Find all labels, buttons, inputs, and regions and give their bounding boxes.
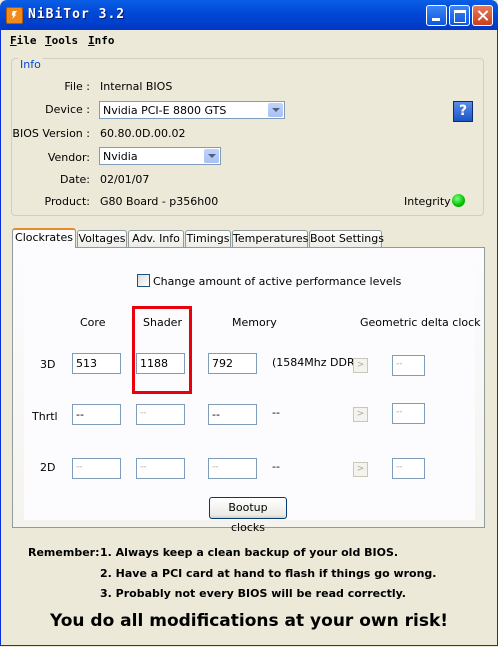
core-2d-input[interactable]: -- [72, 458, 121, 479]
vendor-select[interactable]: Nvidia [99, 147, 221, 165]
remember-label: Remember: [28, 546, 100, 559]
bios-version-label: BIOS Version : [12, 127, 90, 140]
geo-2d-input[interactable]: -- [392, 458, 425, 479]
geo-thrtl-arrow-button[interactable]: > [353, 407, 368, 422]
memory-3d-ddr: (1584Mhz DDR) [272, 356, 359, 369]
row-2d-label: 2D [40, 461, 56, 474]
col-geometric-header: Geometric delta clock [360, 316, 481, 329]
chevron-down-icon[interactable] [268, 103, 283, 117]
performance-levels-checkbox[interactable] [137, 274, 150, 287]
device-select-value: Nvidia PCI-E 8800 GTS [103, 104, 227, 117]
maximize-button[interactable] [449, 5, 470, 26]
date-value: 02/01/07 [100, 173, 150, 186]
notice-line-3: 3. Probably not every BIOS will be read … [100, 587, 406, 600]
notice-line-2: 2. Have a PCI card at hand to flash if t… [100, 567, 437, 580]
shader-thrtl-input[interactable]: -- [136, 404, 185, 425]
file-value: Internal BIOS [100, 80, 173, 93]
risk-warning: You do all modifications at your own ris… [49, 611, 449, 631]
vendor-select-value: Nvidia [103, 150, 138, 163]
window-title: NiBiTor 3.2 [28, 7, 126, 22]
close-button[interactable] [472, 5, 493, 26]
product-label: Product: [44, 195, 90, 208]
chevron-down-icon[interactable] [204, 149, 219, 163]
tab-timings[interactable]: Timings [185, 230, 231, 247]
core-thrtl-input[interactable]: -- [72, 404, 121, 425]
bios-version-value: 60.80.0D.00.02 [100, 127, 186, 140]
integrity-status-icon [452, 194, 465, 207]
geo-3d-arrow-button[interactable]: > [353, 358, 368, 373]
menu-bar: File Tools Info [4, 31, 494, 51]
menu-file[interactable]: File [10, 34, 37, 47]
geo-2d-arrow-button[interactable]: > [353, 462, 368, 477]
info-legend: Info [18, 58, 43, 71]
col-core-header: Core [80, 316, 106, 329]
help-icon[interactable]: ? [453, 101, 473, 122]
col-memory-header: Memory [232, 316, 277, 329]
tab-voltages[interactable]: Voltages [77, 230, 127, 247]
title-bar[interactable]: NiBiTor 3.2 [0, 0, 498, 30]
product-value: G80 Board - p356h00 [100, 195, 219, 208]
performance-levels-label[interactable]: Change amount of active performance leve… [153, 275, 401, 288]
menu-tools[interactable]: Tools [45, 34, 78, 47]
memory-2d-ddr: -- [272, 460, 280, 473]
geo-3d-input[interactable]: -- [392, 355, 425, 376]
notice-line-1: 1. Always keep a clean backup of your ol… [100, 546, 399, 559]
memory-3d-input[interactable]: 792 [208, 353, 257, 374]
row-3d-label: 3D [40, 358, 56, 371]
tab-clockrates[interactable]: Clockrates [12, 228, 76, 248]
app-window: NiBiTor 3.2 File Tools Info Info File : … [0, 0, 498, 647]
menu-info[interactable]: Info [88, 34, 115, 47]
core-3d-input[interactable]: 513 [72, 353, 121, 374]
shader-highlight-box [132, 306, 192, 394]
minimize-button[interactable] [426, 5, 447, 26]
device-label: Device : [45, 103, 90, 116]
memory-thrtl-ddr: -- [272, 406, 280, 419]
memory-2d-input[interactable]: -- [208, 458, 257, 479]
integrity-label: Integrity : [404, 195, 458, 208]
row-thrtl-label: Thrtl [32, 410, 58, 423]
geo-thrtl-input[interactable]: -- [392, 403, 425, 424]
app-icon [6, 7, 23, 24]
bootup-clocks-button[interactable]: Bootup clocks [209, 497, 287, 534]
vendor-label: Vendor: [47, 151, 90, 164]
clockrates-inner [24, 254, 475, 520]
shader-2d-input[interactable]: -- [136, 458, 185, 479]
tab-adv-info[interactable]: Adv. Info [128, 230, 184, 247]
device-select[interactable]: Nvidia PCI-E 8800 GTS [99, 101, 285, 119]
memory-thrtl-input[interactable]: -- [208, 404, 257, 425]
file-label: File : [64, 80, 90, 93]
tab-boot-settings[interactable]: Boot Settings [309, 230, 384, 247]
tab-temperatures[interactable]: Temperatures [232, 230, 308, 247]
date-label: Date: [60, 173, 90, 186]
